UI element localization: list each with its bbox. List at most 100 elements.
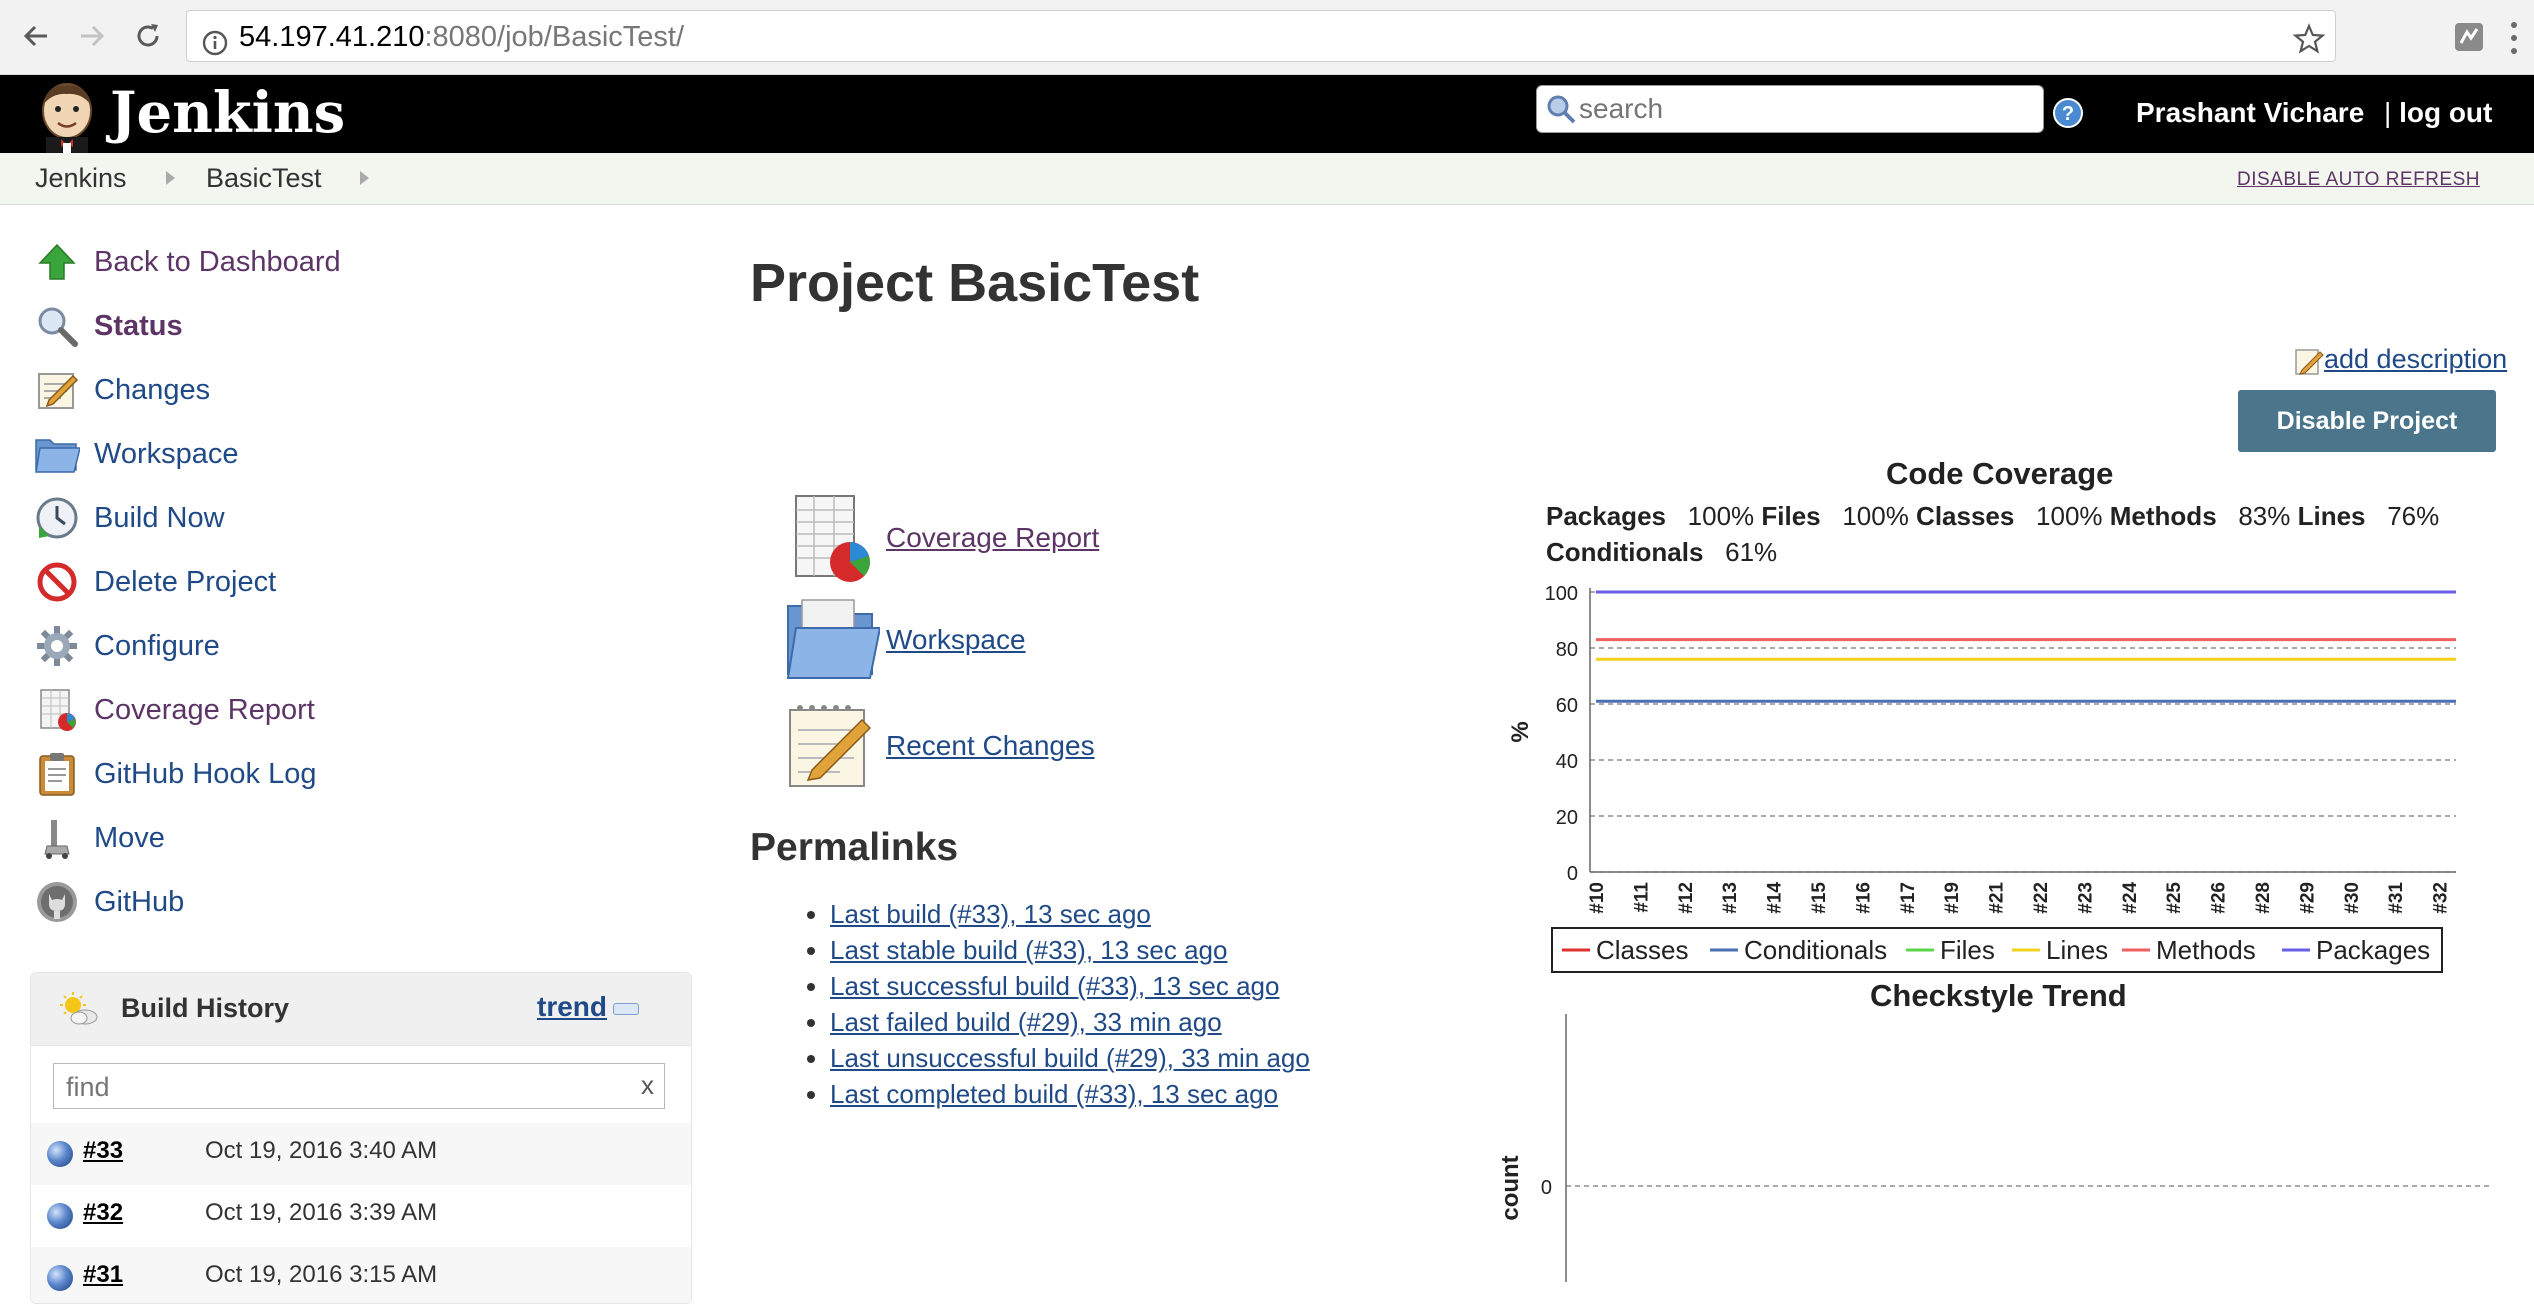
build-number-link[interactable]: #31 [83, 1261, 123, 1289]
browser-toolbar: 54.197.41.210:8080/job/BasicTest/ [0, 0, 2534, 75]
task-github-hook-log[interactable]: GitHub Hook Log [32, 746, 316, 802]
extension-icon[interactable] [2452, 20, 2486, 59]
task-workspace[interactable]: Workspace [32, 426, 239, 482]
task-github[interactable]: GitHub [32, 874, 184, 930]
add-description-link[interactable]: add description [2324, 344, 2507, 375]
x-tick-label: #16 [1853, 882, 1874, 914]
permalink-last-failed-build[interactable]: Last failed build (#29), 33 min ago [830, 1007, 1222, 1037]
y-tick-label: 100 [1545, 583, 1578, 605]
task-label: Workspace [94, 437, 239, 470]
build-trend-link[interactable]: trend [537, 991, 607, 1023]
x-tick-label: #17 [1898, 882, 1919, 914]
collapse-minus-icon[interactable] [613, 1003, 639, 1015]
disable-auto-refresh-link[interactable]: DISABLE AUTO REFRESH [2237, 169, 2480, 191]
no-entry-icon [32, 557, 82, 607]
legend-label: Conditionals [1744, 935, 1887, 965]
logout-link[interactable]: log out [2399, 97, 2492, 128]
x-tick-label: #24 [2120, 882, 2141, 914]
task-move[interactable]: Move [32, 810, 165, 866]
x-tick-label: #30 [2342, 882, 2363, 914]
notepad-icon [32, 365, 82, 415]
coverage-report-icon[interactable] [784, 492, 876, 589]
y-axis-label: % [1507, 721, 1534, 742]
task-status[interactable]: Status [32, 298, 183, 354]
task-label: Configure [94, 629, 220, 662]
report-icon [32, 685, 82, 735]
task-changes[interactable]: Changes [32, 362, 210, 418]
address-bar[interactable]: 54.197.41.210:8080/job/BasicTest/ [186, 10, 2336, 62]
build-date-link[interactable]: Oct 19, 2016 3:15 AM [205, 1261, 437, 1289]
task-configure[interactable]: Configure [32, 618, 220, 674]
forward-arrow-icon[interactable] [70, 14, 114, 58]
url-path: :8080/job/BasicTest/ [424, 21, 685, 53]
blue-ball-status-icon[interactable] [47, 1141, 73, 1167]
breadcrumb-chevron-icon[interactable] [360, 171, 369, 185]
coverage-report-link[interactable]: Coverage Report [886, 522, 1099, 554]
user-name-link[interactable]: Prashant Vichare [2136, 97, 2364, 129]
permalink-last-successful-build[interactable]: Last successful build (#33), 13 sec ago [830, 971, 1279, 1001]
coverage-label: Files [1761, 501, 1821, 531]
permalink-last-build[interactable]: Last build (#33), 13 sec ago [830, 899, 1151, 929]
workspace-link[interactable]: Workspace [886, 624, 1026, 656]
jenkins-logo-text[interactable]: Jenkins [110, 79, 345, 147]
logout-separator: | [2384, 97, 2392, 128]
clock-icon [32, 493, 82, 543]
blue-ball-status-icon[interactable] [47, 1265, 73, 1291]
x-tick-label: #13 [1720, 882, 1741, 914]
x-tick-label: #15 [1809, 882, 1830, 914]
coverage-label: Methods [2109, 501, 2217, 531]
coverage-label: Classes [1916, 501, 2015, 531]
task-label: Coverage Report [94, 693, 315, 726]
jenkins-header: Jenkins ? Prashant Vichare | log out [0, 75, 2534, 153]
disable-project-button[interactable]: Disable Project [2238, 390, 2496, 452]
y-tick-label: 80 [1556, 639, 1578, 661]
magnifier-icon [32, 301, 82, 351]
jenkins-butler-logo-icon[interactable] [34, 81, 100, 158]
code-coverage-chart[interactable]: 0 20 40 60 80 100% #10 #11 #12 #13 #14 #15 #16 #17 #19… [1496, 568, 2456, 978]
task-delete-project[interactable]: Delete Project [32, 554, 276, 610]
build-date-link[interactable]: Oct 19, 2016 3:39 AM [205, 1199, 437, 1227]
edit-note-icon [2294, 346, 2324, 383]
x-tick-label: #26 [2209, 882, 2230, 914]
url-host: 54.197.41.210 [239, 21, 425, 53]
blue-ball-status-icon[interactable] [47, 1203, 73, 1229]
recent-changes-icon[interactable] [784, 700, 876, 797]
task-build-now[interactable]: Build Now [32, 490, 225, 546]
clipboard-icon [32, 749, 82, 799]
checkstyle-trend-chart[interactable]: 0 count [1496, 1008, 2496, 1282]
info-icon[interactable] [201, 22, 229, 74]
y-tick-label: 60 [1556, 695, 1578, 717]
build-filter-box[interactable]: x [53, 1063, 665, 1109]
workspace-folder-icon[interactable] [784, 596, 882, 687]
permalink-item: Last build (#33), 13 sec ago [830, 896, 1310, 932]
task-coverage-report[interactable]: Coverage Report [32, 682, 315, 738]
bookmark-star-icon[interactable] [2292, 20, 2326, 72]
build-filter-input[interactable] [64, 1068, 628, 1106]
build-history-header: Build History trend [31, 973, 691, 1046]
permalink-last-stable-build[interactable]: Last stable build (#33), 13 sec ago [830, 935, 1227, 965]
permalink-last-unsuccessful-build[interactable]: Last unsuccessful build (#29), 33 min ag… [830, 1043, 1310, 1073]
reload-icon[interactable] [126, 14, 170, 58]
permalink-last-completed-build[interactable]: Last completed build (#33), 13 sec ago [830, 1079, 1278, 1109]
coverage-label: Conditionals [1546, 537, 1704, 567]
task-back-to-dashboard[interactable]: Back to Dashboard [32, 234, 341, 290]
build-number-link[interactable]: #32 [83, 1199, 123, 1227]
x-tick-label: #32 [2431, 882, 2452, 914]
build-number-link[interactable]: #33 [83, 1137, 123, 1165]
x-tick-label: #31 [2386, 882, 2407, 914]
search-input[interactable] [1577, 90, 2031, 128]
back-arrow-icon[interactable] [14, 14, 58, 58]
browser-menu-icon[interactable] [2508, 20, 2520, 61]
build-date-link[interactable]: Oct 19, 2016 3:40 AM [205, 1137, 437, 1165]
breadcrumb-jenkins[interactable]: Jenkins [35, 163, 127, 194]
x-tick-label: #12 [1676, 882, 1697, 914]
clear-filter-button[interactable]: x [641, 1070, 654, 1101]
breadcrumb-basictest[interactable]: BasicTest [206, 163, 322, 194]
build-row: #32 Oct 19, 2016 3:39 AM [31, 1185, 691, 1247]
breadcrumb-chevron-icon[interactable] [166, 171, 175, 185]
task-label: GitHub [94, 885, 185, 918]
search-box[interactable] [1536, 85, 2044, 133]
recent-changes-link[interactable]: Recent Changes [886, 730, 1095, 762]
permalinks-heading: Permalinks [750, 826, 959, 869]
help-icon[interactable]: ? [2052, 97, 2084, 134]
